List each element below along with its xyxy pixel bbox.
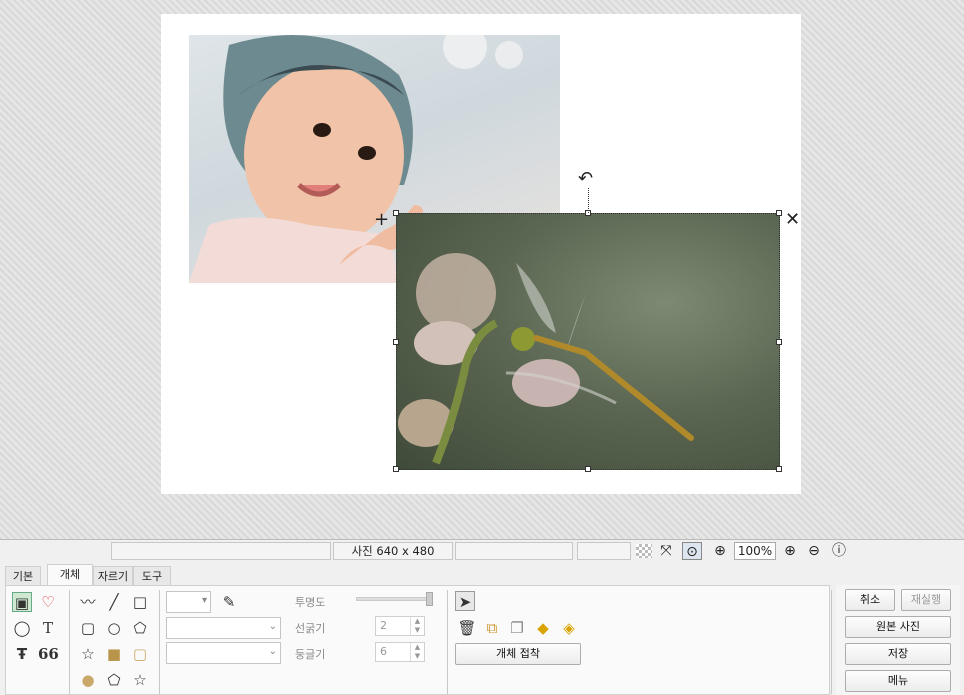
original-photo-button[interactable]: 원본 사진	[845, 616, 951, 638]
zoom-out-icon[interactable]: ⊖	[804, 542, 824, 560]
fit-screen-icon[interactable]: ⤧	[656, 542, 676, 560]
divider	[831, 590, 832, 694]
bring-front-icon[interactable]: ◆	[533, 618, 553, 638]
object-tool-panel	[5, 585, 830, 695]
resize-handle-nw[interactable]	[393, 210, 399, 216]
status-field-empty	[111, 542, 331, 560]
tab-basic[interactable]: 기본	[5, 566, 41, 586]
photo-size-info: 사진 640 x 480	[333, 542, 453, 560]
opacity-label: 투명도	[295, 596, 326, 609]
roundness-label: 둥글기	[295, 648, 326, 661]
tab-object[interactable]: 개체	[47, 564, 93, 586]
tab-crop[interactable]: 자르기	[93, 566, 133, 586]
quote-icon[interactable]: 66	[38, 644, 59, 664]
cancel-button[interactable]: 취소	[845, 589, 895, 611]
actual-size-icon[interactable]: ⊙	[682, 542, 702, 560]
redo-button[interactable]: 재실행	[901, 589, 951, 611]
duplicate-icon[interactable]: ⧉	[482, 618, 502, 638]
line-style-dropdown[interactable]: ⌄	[166, 617, 281, 639]
resize-handle-sw[interactable]	[393, 466, 399, 472]
speech-bubble-icon[interactable]: ◯	[12, 618, 32, 638]
divider	[159, 590, 160, 694]
chevron-down-icon: ⌄	[268, 646, 277, 657]
insert-sticker-icon[interactable]: ♡	[38, 592, 58, 612]
pentagon-icon[interactable]: ⬠	[130, 618, 150, 638]
roundness-value: 6	[380, 645, 387, 658]
filled-rounded-rect-icon[interactable]: ▢	[130, 644, 150, 664]
tab-tools[interactable]: 도구	[133, 566, 171, 586]
color-picker[interactable]: ▾	[166, 591, 211, 613]
fill-style-dropdown[interactable]: ⌄	[166, 642, 281, 664]
filled-circle-icon[interactable]: ●	[78, 670, 98, 690]
line-width-stepper[interactable]: 2 ▲ ▼	[375, 616, 425, 636]
menu-button[interactable]: 메뉴	[845, 670, 951, 692]
info-icon[interactable]: ⓘ	[829, 542, 849, 560]
line-width-value: 2	[380, 619, 387, 632]
freehand-icon[interactable]: 〰	[78, 592, 98, 612]
filled-rect-icon[interactable]: ■	[104, 644, 124, 664]
text-style-icon[interactable]: Ŧ	[12, 644, 32, 664]
selection-frame[interactable]	[396, 213, 780, 470]
filled-pentagon-icon[interactable]: ⬠	[104, 670, 124, 690]
divider	[447, 590, 448, 694]
star-icon[interactable]: ☆	[78, 644, 98, 664]
spin-arrows-icon[interactable]: ▲ ▼	[410, 643, 424, 661]
transparency-grid-icon[interactable]	[636, 544, 652, 558]
resize-handle-e[interactable]	[776, 339, 782, 345]
circle-icon[interactable]: ○	[104, 618, 124, 638]
save-button[interactable]: 저장	[845, 643, 951, 665]
resize-handle-se[interactable]	[776, 466, 782, 472]
opacity-slider[interactable]	[356, 592, 433, 606]
chevron-down-icon: ▾	[201, 595, 207, 606]
move-cursor-icon: +	[374, 209, 390, 230]
status-field-empty	[577, 542, 631, 560]
canvas-area[interactable]: ↶ ✕ +	[0, 0, 964, 540]
spin-arrows-icon[interactable]: ▲ ▼	[410, 617, 424, 635]
delete-object-icon[interactable]: ✕	[785, 211, 800, 229]
insert-image-icon[interactable]: ▣	[12, 592, 32, 612]
select-pointer-icon[interactable]: ➤	[455, 591, 475, 611]
attach-object-button[interactable]: 개체 접착	[455, 643, 581, 665]
line-icon[interactable]: ╱	[104, 592, 124, 612]
chevron-down-icon: ⌄	[268, 621, 277, 632]
status-field-empty	[455, 542, 573, 560]
rectangle-icon[interactable]: □	[130, 592, 150, 612]
rotate-icon[interactable]: ↶	[578, 170, 593, 188]
rotation-guide	[588, 188, 589, 213]
zoom-in-icon[interactable]: ⊕	[780, 542, 800, 560]
copy-layer-icon[interactable]: ❐	[507, 618, 527, 638]
text-icon[interactable]: T	[38, 618, 58, 638]
resize-handle-s[interactable]	[585, 466, 591, 472]
line-width-label: 선굵기	[295, 622, 326, 635]
roundness-stepper[interactable]: 6 ▲ ▼	[375, 642, 425, 662]
slider-thumb[interactable]	[426, 592, 433, 606]
filled-star-icon[interactable]: ☆	[130, 670, 150, 690]
zoom-fit-icon[interactable]: ⊕	[710, 542, 730, 560]
send-back-icon[interactable]: ◈	[559, 618, 579, 638]
resize-handle-w[interactable]	[393, 339, 399, 345]
resize-handle-ne[interactable]	[776, 210, 782, 216]
delete-trash-icon[interactable]: 🗑	[457, 618, 477, 638]
eyedropper-icon[interactable]: ✎	[219, 592, 239, 612]
rounded-rect-icon[interactable]: ▢	[78, 618, 98, 638]
divider	[69, 590, 70, 694]
status-bar: 사진 640 x 480 ⤧ ⊙ ⊕ 100% ⊕ ⊖ ⓘ	[0, 540, 964, 562]
zoom-level[interactable]: 100%	[734, 542, 776, 560]
